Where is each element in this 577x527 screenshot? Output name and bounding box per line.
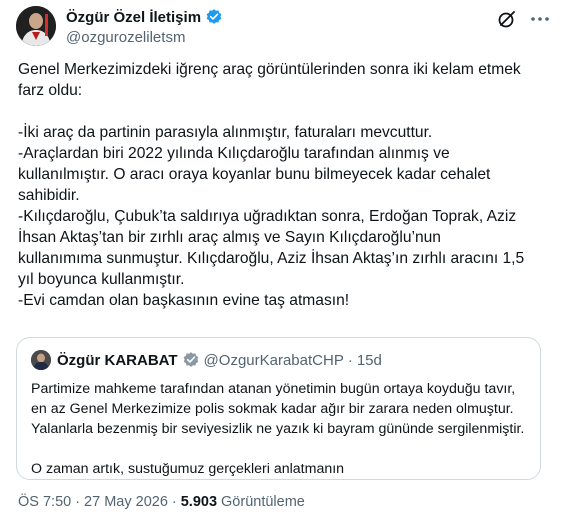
quoted-author-avatar[interactable] bbox=[31, 350, 51, 370]
tweet-text-line: kullanımıma sunmuştur. Kılıçdaroğlu, Azi… bbox=[18, 250, 525, 267]
tweet-text-line: farz oldu: bbox=[18, 82, 83, 99]
author-display-name[interactable]: Özgür Özel İletişim bbox=[66, 9, 201, 26]
quoted-tweet[interactable]: Özgür KARABAT @OzgurKarabatCHP · 15d Par… bbox=[16, 337, 541, 480]
views-label: Görüntüleme bbox=[221, 494, 305, 510]
quoted-separator: · bbox=[347, 351, 353, 369]
quoted-timestamp: 15d bbox=[356, 351, 382, 369]
quoted-text: Partimize mahkeme tarafından atanan yöne… bbox=[31, 379, 531, 479]
more-options-icon[interactable] bbox=[528, 9, 552, 29]
quoted-text-line: Yalanlarla bezenmiş bir seviyesizlik ne … bbox=[31, 421, 525, 437]
tweet-text-line: -İki araç da partinin parasıyla alınmışt… bbox=[18, 124, 433, 141]
views-count: 5.903 bbox=[180, 494, 218, 510]
tweet-text-line: kullanılmıştır. O aracı oraya koyanlar b… bbox=[18, 166, 491, 183]
quoted-header: Özgür KARABAT @OzgurKarabatCHP · 15d bbox=[57, 351, 382, 369]
quoted-text-line: O zaman artık, sustuğumuz gerçekleri anl… bbox=[31, 461, 345, 477]
tweet-text: Genel Merkezimizdeki iğrenç araç görüntü… bbox=[18, 59, 558, 311]
author-avatar[interactable] bbox=[16, 6, 56, 46]
meta-separator: · bbox=[75, 494, 81, 510]
tweet-text-line: sahibidir. bbox=[18, 187, 80, 204]
tweet-time[interactable]: ÖS 7:50 bbox=[18, 494, 71, 510]
meta-separator: · bbox=[171, 494, 177, 510]
tweet-text-line: İhsan Aktaş’tan bir zırhlı araç almış ve… bbox=[18, 229, 441, 246]
quoted-handle: @OzgurKarabatCHP bbox=[203, 351, 344, 369]
grok-icon[interactable] bbox=[497, 9, 517, 29]
verified-badge-icon bbox=[182, 351, 200, 369]
tweet-text-line: yıl boyunca kullanmıştır. bbox=[18, 271, 185, 288]
author-name-row: Özgür Özel İletişim bbox=[66, 8, 223, 26]
tweet-text-line: -Araçlardan biri 2022 yılında Kılıçdaroğ… bbox=[18, 145, 450, 162]
tweet-text-line: Genel Merkezimizdeki iğrenç araç görüntü… bbox=[18, 61, 521, 78]
tweet-text-line: -Kılıçdaroğlu, Çubuk’ta saldırıya uğradı… bbox=[18, 208, 517, 225]
quoted-text-line: Partimize mahkeme tarafından atanan yöne… bbox=[31, 381, 516, 397]
quoted-text-line: en az Genel Merkezimize polis sokmak kad… bbox=[31, 401, 514, 417]
tweet: Özgür Özel İletişim @ozgurozeliletsm Gen… bbox=[0, 0, 577, 527]
tweet-date[interactable]: 27 May 2026 bbox=[84, 494, 168, 510]
verified-badge-icon bbox=[205, 8, 223, 26]
avatar-image bbox=[16, 6, 56, 46]
tweet-meta: ÖS 7:50 · 27 May 2026 · 5.903 Görüntülem… bbox=[18, 494, 305, 510]
author-handle[interactable]: @ozgurozeliletsm bbox=[66, 29, 185, 46]
quoted-display-name: Özgür KARABAT bbox=[57, 351, 178, 369]
quoted-avatar-image bbox=[31, 350, 51, 370]
tweet-text-line: -Evi camdan olan başkasının evine taş at… bbox=[18, 292, 350, 309]
